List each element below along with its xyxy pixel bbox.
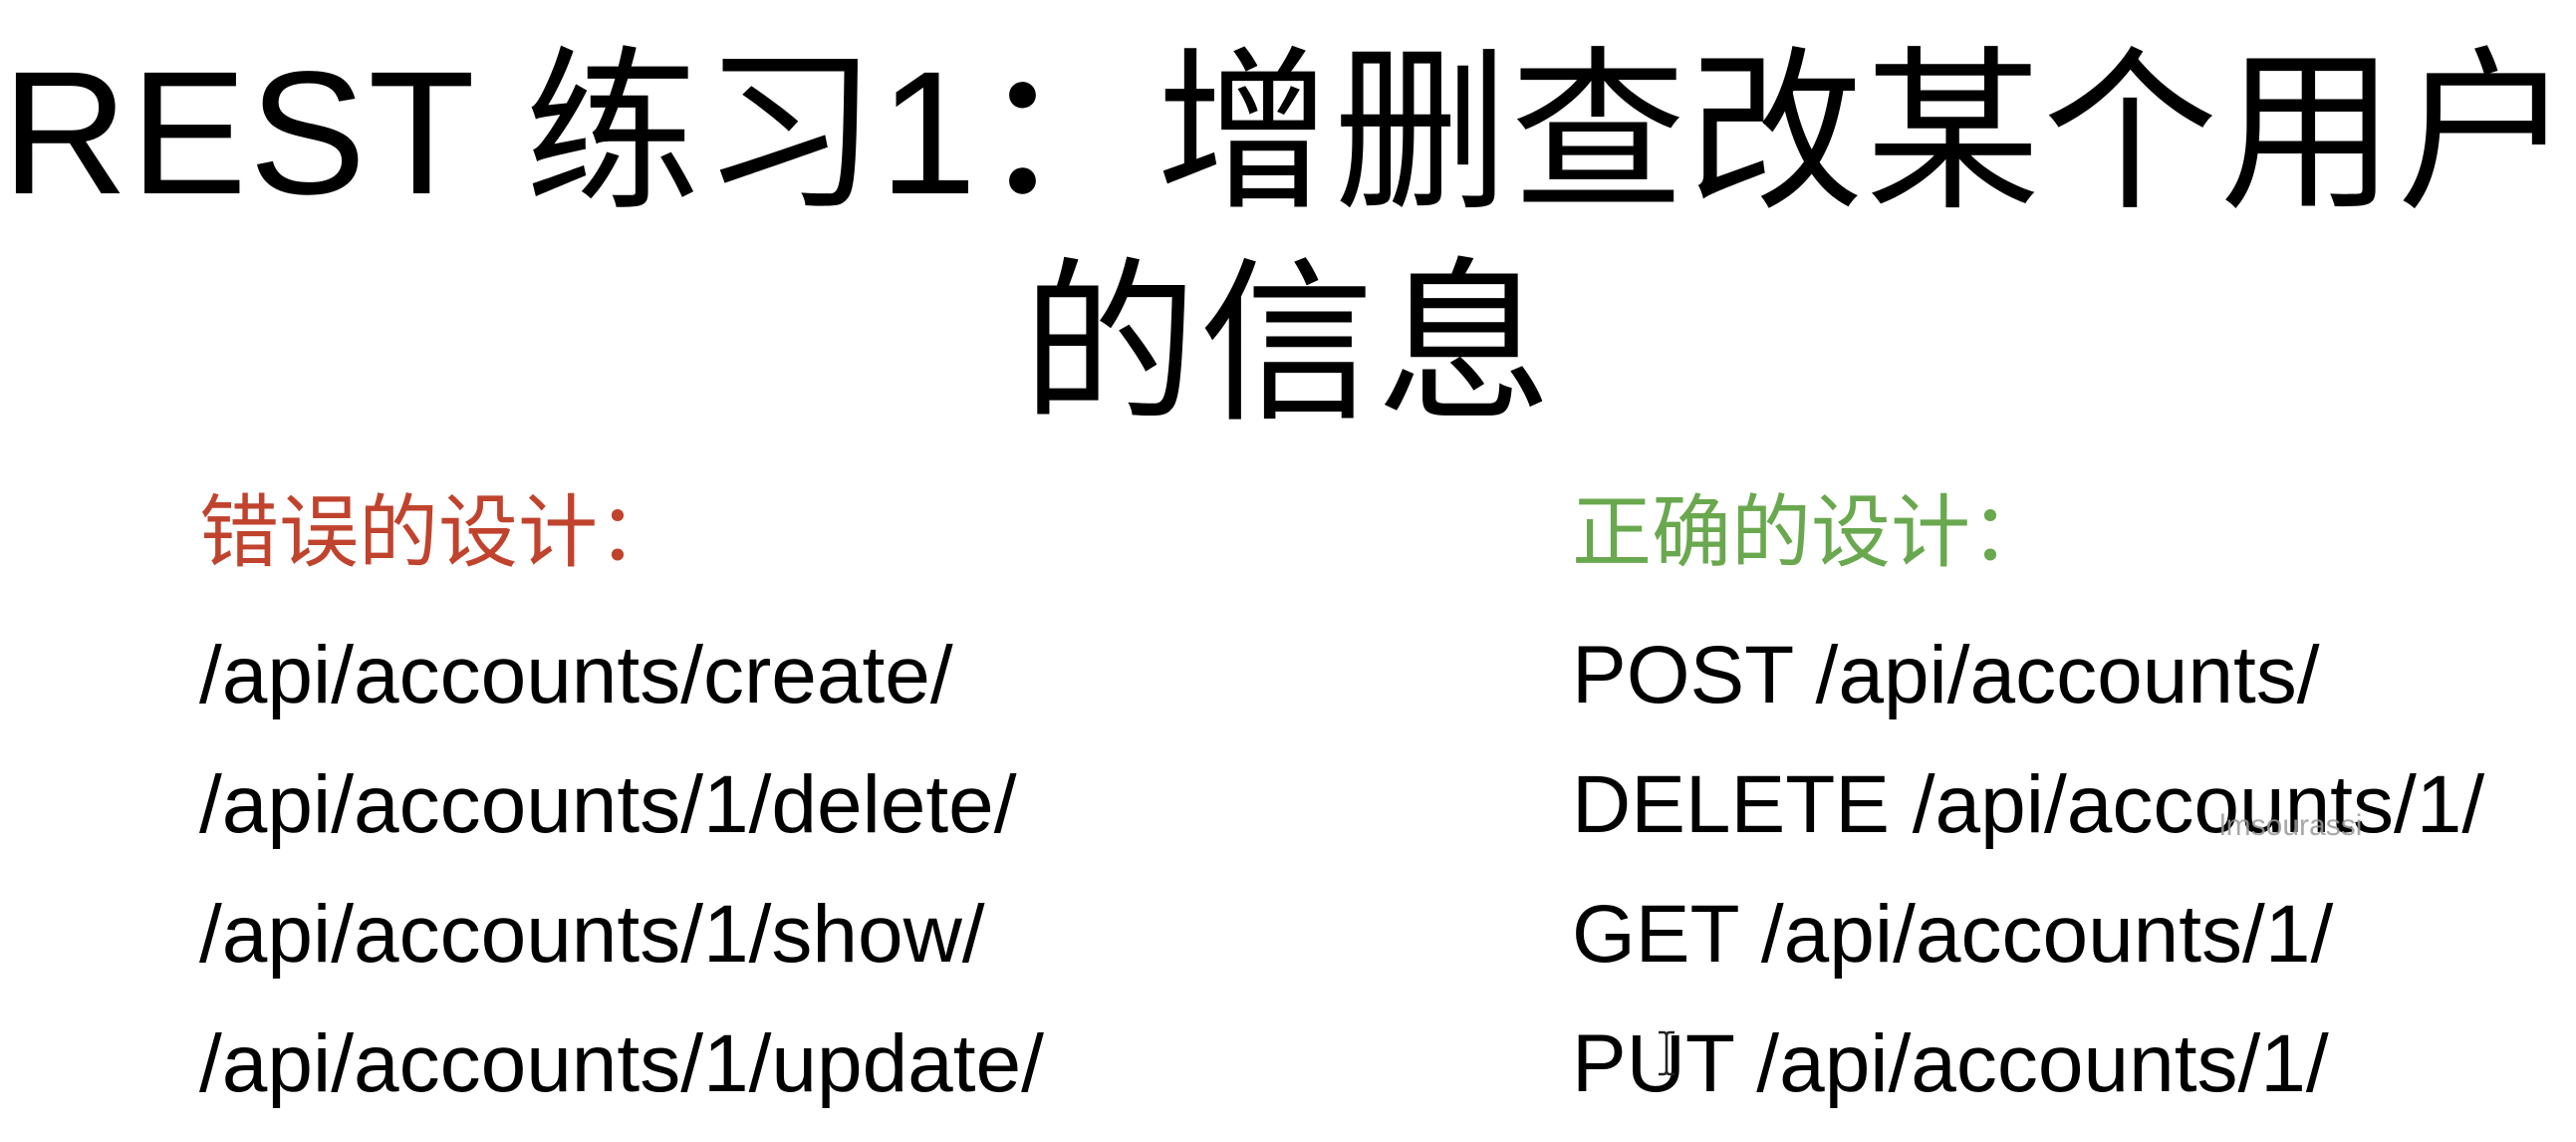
slide-title-line-1: REST 练习1：增删查改某个用户 [1,36,2575,231]
slide: REST 练习1：增删查改某个用户 的信息 错误的设计： /api/accoun… [0,0,2576,1142]
wrong-design-item-delete: /api/accounts/1/delete/ [199,759,1017,850]
wrong-design-heading: 错误的设计： [199,488,677,577]
right-design-item-delete: DELETE /api/accounts/1/ [1572,759,2485,850]
slide-title: REST 练习1：增删查改某个用户 的信息 [0,28,2576,450]
right-design-heading: 正确的设计： [1572,488,2050,577]
right-design-item-put: PUT /api/accounts/1/ [1572,1018,2329,1109]
slide-title-line-2: 的信息 [1021,247,1554,442]
watermark-text: lmsourassi [2219,809,2363,842]
right-design-list: POST /api/accounts/ DELETE /api/accounts… [1572,611,2484,1129]
right-design-item-get: GET /api/accounts/1/ [1572,889,2334,980]
wrong-design-item-show: /api/accounts/1/show/ [199,889,985,980]
text-cursor-icon [1659,1030,1674,1076]
wrong-design-column: 错误的设计： /api/accounts/create/ /api/accoun… [199,483,1044,1129]
wrong-design-item-create: /api/accounts/create/ [199,630,953,720]
right-design-column: 正确的设计： POST /api/accounts/ DELETE /api/a… [1572,483,2484,1129]
wrong-design-list: /api/accounts/create/ /api/accounts/1/de… [199,611,1044,1129]
wrong-design-item-update: /api/accounts/1/update/ [199,1018,1044,1109]
right-design-item-post: POST /api/accounts/ [1572,630,2320,720]
